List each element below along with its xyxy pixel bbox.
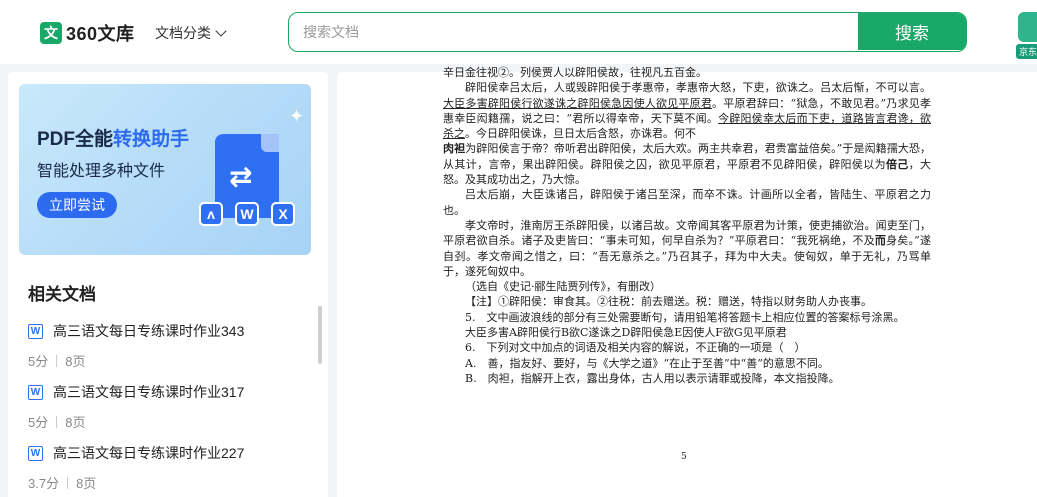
related-doc-score: 3.7分 xyxy=(28,476,60,491)
doc-note: 【注】①辟阳侯：审食其。②往税：前去赠送。税：赠送，特指以财务助人办丧事。 xyxy=(465,295,872,309)
page-fold xyxy=(261,134,279,152)
question-5: 5. 文中画波浪线的部分有三处需要断句，请用铅笔将答题卡上相应位置的答案标号涂黑… xyxy=(465,310,905,324)
related-docs-title: 相关文档 xyxy=(28,285,96,304)
related-doc-score: 5分 xyxy=(28,415,49,430)
banner-title: PDF全能转换助手 xyxy=(37,124,189,151)
related-doc-item[interactable]: W 高三语文每日专练课时作业343 5分 8页 xyxy=(28,321,308,370)
document-page: 辛日金往视②。列侯贾人以辟阳侯故，往视凡五百金。 辟阳侯幸吕太后，人或毁辟阳侯于… xyxy=(337,66,1037,497)
related-doc-score: 5分 xyxy=(28,354,49,369)
question-6-option-a: A. 善，指友好、要好，与《大学之道》“在止于至善”中“善”的意思不同。 xyxy=(465,356,829,370)
category-dropdown[interactable]: 文档分类 xyxy=(155,23,227,43)
doc-text: 。今日辟阳侯诛，旦日太后含怒，亦诛君。何不 xyxy=(465,127,696,141)
document-text: 辛日金往视②。列侯贾人以辟阳侯故，往视凡五百金。 辟阳侯幸吕太后，人或毁辟阳侯于… xyxy=(443,66,931,386)
doc-paragraph: 辟阳侯幸吕太后，人或毁辟阳侯于孝惠帝，孝惠帝大怒，下吏，欲诛之。吕太后惭，不可以… xyxy=(443,80,931,187)
banner-subtitle: 智能处理多种文件 xyxy=(37,163,166,180)
try-now-button[interactable]: 立即尝试 xyxy=(37,192,117,218)
meta-divider xyxy=(67,476,69,489)
search-bar: 搜索 xyxy=(288,12,967,52)
wavy-underlined-text: 大臣多害辟阳侯行欲遂诛之辟阳侯急因使人欲见平原君 xyxy=(443,96,713,110)
word-doc-icon: W xyxy=(28,445,43,461)
related-doc-pages: 8页 xyxy=(65,415,86,430)
related-doc-name: 高三语文每日专练课时作业317 xyxy=(53,384,245,400)
doc-paragraph: 吕太后崩，大臣诛诸吕，辟阳侯于诸吕至深，而卒不诛。计画所以全者，皆陆生、平原君之… xyxy=(443,188,931,217)
word-doc-icon: W xyxy=(28,384,43,400)
banner-title-highlight: 转换助手 xyxy=(113,129,190,150)
sparkle-icon: ✦ xyxy=(289,106,305,126)
related-doc-pages: 8页 xyxy=(65,354,86,369)
doc-source: （选自《史记·郦生陆贾列传》，有删改） xyxy=(465,280,661,294)
related-doc-name: 高三语文每日专练课时作业227 xyxy=(53,445,245,461)
doc-text: 为辟阳侯言于帝？帝听君出辟阳侯，太后大欢。两主共幸君，君贵富益倍矣。”于是闳籍孺… xyxy=(443,142,932,171)
meta-divider xyxy=(56,354,58,367)
question-6: 6. 下列对文中加点的词语及相关内容的解说，不正确的一项是（ ） xyxy=(465,341,806,355)
meta-divider xyxy=(56,415,58,428)
convert-arrows-icon: ⇄ xyxy=(229,161,253,192)
word-doc-icon: W xyxy=(28,323,43,339)
bold-text: 而 xyxy=(874,234,887,248)
word-icon: W xyxy=(235,202,259,226)
sidebar-scrollbar[interactable] xyxy=(318,306,322,364)
logo-text: 360文库 xyxy=(66,24,135,44)
page-number: 5 xyxy=(681,452,687,462)
question-5-options: 大臣多害A辟阳侯行B欲C遂诛之D辟阳侯急E因使人F欲G见平原君 xyxy=(465,326,787,340)
banner-title-prefix: PDF全能 xyxy=(37,129,114,150)
logo-mark-icon: 文 xyxy=(40,22,62,44)
pdf-icon: ᴧ xyxy=(199,202,223,226)
site-logo[interactable]: 文 360文库 xyxy=(40,20,135,46)
bold-text: 肉袒 xyxy=(443,142,466,156)
sidebar: PDF全能转换助手 智能处理多种文件 立即尝试 ✦ ⇄ ᴧ W X 相关文档 W… xyxy=(8,72,328,497)
doc-text: 孝文帝时，淮南厉王杀辟阳侯，以诸吕故。文帝闻其客平原君为计策，使吏捕欲治。闻吏至… xyxy=(443,218,931,248)
related-doc-item[interactable]: W 高三语文每日专练课时作业317 5分 8页 xyxy=(28,382,308,431)
excel-icon: X xyxy=(271,202,295,226)
related-doc-item[interactable]: W 高三语文每日专练课时作业227 3.7分 8页 xyxy=(28,443,308,492)
promo-label: 京东 xyxy=(1016,44,1037,59)
bold-text: 倍己 xyxy=(885,157,909,171)
promo-badge[interactable]: 京东 xyxy=(1014,6,1037,59)
search-button[interactable]: 搜索 xyxy=(858,13,966,50)
gift-icon xyxy=(1018,12,1037,42)
top-header: 文 360文库 文档分类 搜索 京东 xyxy=(0,0,1037,64)
chevron-down-icon xyxy=(215,25,227,37)
related-doc-pages: 8页 xyxy=(76,476,97,491)
doc-paragraph: 孝文帝时，淮南厉王杀辟阳侯，以诸吕故。文帝闻其客平原君为计策，使吏捕欲治。闻吏至… xyxy=(443,218,931,279)
category-label: 文档分类 xyxy=(155,25,211,41)
question-6-option-b: B. 肉袒，指解开上衣，露出身体，古人用以表示请罪或投降，本文指投降。 xyxy=(465,371,840,385)
doc-text: 辟阳侯幸吕太后，人或毁辟阳侯于孝惠帝，孝惠帝大怒，下吏，欲诛之。吕太后惭，不可以… xyxy=(465,81,931,95)
related-doc-name: 高三语文每日专练课时作业343 xyxy=(53,323,245,339)
search-input[interactable] xyxy=(289,13,859,50)
pdf-converter-banner[interactable]: PDF全能转换助手 智能处理多种文件 立即尝试 ✦ ⇄ ᴧ W X xyxy=(19,84,311,255)
doc-line: 辛日金往视②。列侯贾人以辟阳侯故，往视凡五百金。 xyxy=(443,66,707,79)
